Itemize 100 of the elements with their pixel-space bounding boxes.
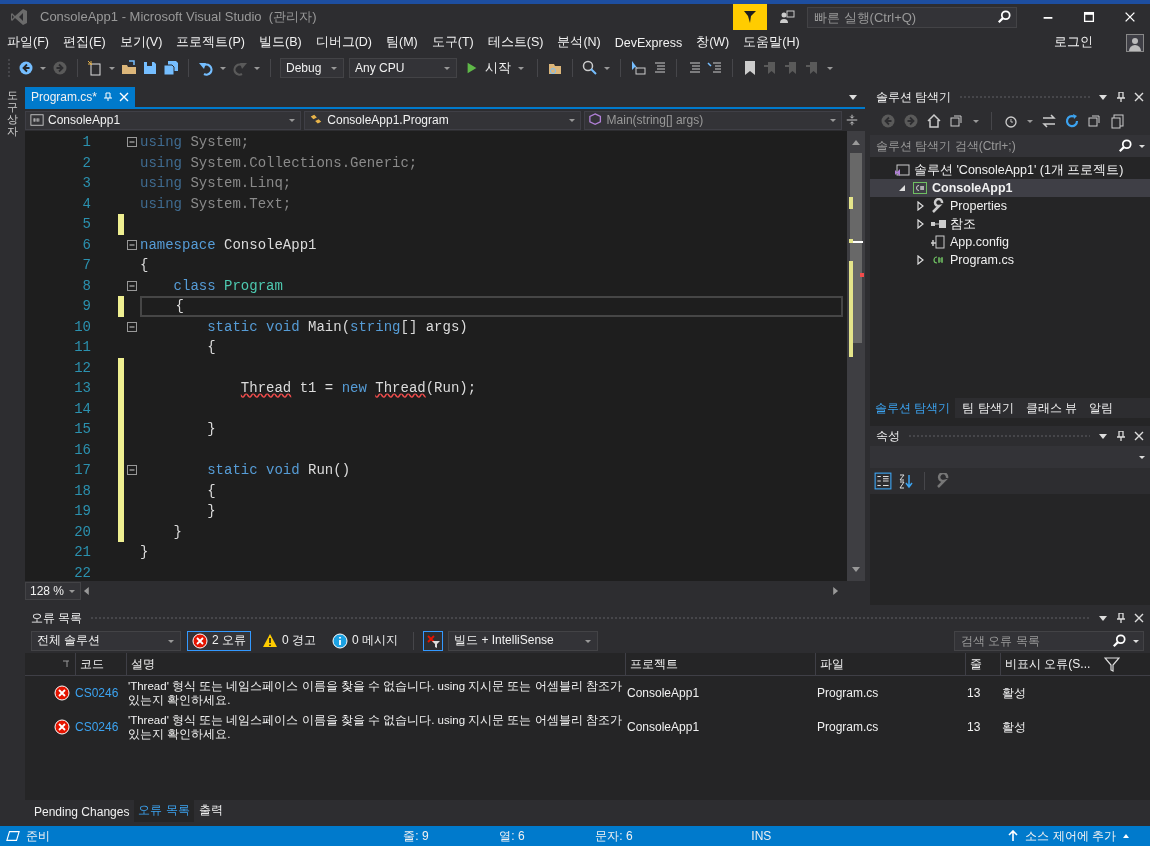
caret-icon[interactable] [603,64,611,73]
collapsed-arrow-icon[interactable] [915,219,925,229]
column-header[interactable]: 줄 [965,653,1000,675]
tree-item[interactable]: Properties [870,197,1150,215]
new-project-icon[interactable] [87,60,103,77]
navigation-dropdown[interactable]: Main(string[] args) [583,110,842,130]
caret-icon[interactable] [1138,142,1146,150]
filter-icon[interactable] [1104,656,1120,672]
caret-icon[interactable] [1098,92,1108,102]
filter-toggle[interactable]: 0 메시지 [327,630,404,651]
home-icon[interactable] [926,113,942,129]
column-header[interactable]: 파일 [815,653,965,675]
back-icon[interactable] [18,60,34,77]
search-field[interactable]: 솔루션 탐색기 검색(Ctrl+;) [870,135,1150,157]
platform-dropdown[interactable]: Any CPU [349,58,457,79]
tree-item[interactable]: 솔루션 'ConsoleApp1' (1개 프로젝트) [870,161,1150,179]
menu-item[interactable]: DevExpress [609,35,689,50]
caret-icon[interactable] [219,64,227,73]
menu-item[interactable]: 디버그(D) [310,34,378,52]
start-button[interactable]: 시작 [462,59,528,77]
sort-icon[interactable] [62,660,70,668]
column-header[interactable]: 코드 [75,653,126,675]
close-icon[interactable] [1134,613,1144,623]
feedback-icon[interactable] [779,9,795,25]
scope-dropdown[interactable]: 전체 솔루션 [31,630,181,651]
caret-icon[interactable] [826,64,834,73]
close-icon[interactable] [1134,92,1144,102]
menu-item[interactable]: 도움말(H) [738,34,806,52]
panel-tab[interactable]: 솔루션 탐색기 [870,398,956,418]
caret-icon[interactable] [253,64,261,73]
search-icon[interactable] [997,10,1011,24]
sign-in-link[interactable]: 로그인 [1049,34,1099,52]
panel-tab[interactable]: 오류 목록 [134,799,194,822]
account-icon[interactable] [1126,33,1144,52]
quick-launch-field[interactable]: 빠른 실행(Ctrl+Q) [807,6,1017,28]
tree-item[interactable]: Program.cs [870,251,1150,269]
menu-item[interactable]: 보기(V) [114,34,169,52]
zoom-dropdown[interactable]: 128 % [25,582,81,600]
menu-item[interactable]: 분석(N) [552,34,607,52]
caret-icon[interactable] [972,117,980,125]
source-control-button[interactable]: 소스 제어에 추가 [1007,827,1150,845]
menu-item[interactable]: 파일(F) [2,34,55,52]
pending-changes-icon[interactable] [1003,113,1019,129]
caret-icon[interactable] [39,64,47,73]
menu-item[interactable]: 빌드(B) [254,34,308,52]
collapse-icon[interactable] [127,321,137,332]
categorized-icon[interactable] [874,472,892,490]
refresh-icon[interactable] [1064,113,1080,129]
collapsed-arrow-icon[interactable] [915,255,925,265]
find-icon[interactable] [582,60,598,77]
pin-icon[interactable] [1116,613,1126,623]
configuration-dropdown[interactable]: Debug [280,58,344,79]
caret-icon[interactable] [108,64,116,73]
sync-icon[interactable] [1041,113,1057,129]
split-icon[interactable] [845,113,859,127]
navigation-dropdown[interactable]: ConsoleApp1.Program [304,110,581,130]
column-header[interactable]: 비표시 오류(S... [1000,653,1100,675]
menu-item[interactable]: 프로젝트(P) [171,34,251,52]
undo-icon[interactable] [198,60,214,77]
select-icon[interactable] [630,60,646,77]
tree-item[interactable]: App.config [870,233,1150,251]
toolbox-tab[interactable]: 도구 상자 [7,89,18,138]
collapsed-arrow-icon[interactable] [915,201,925,211]
collapse-icon[interactable] [127,465,137,476]
collapse-icon[interactable] [127,280,137,291]
menu-item[interactable]: 도구(T) [426,34,480,52]
feedback-button[interactable] [733,4,767,30]
sort-alphabetical-icon[interactable] [898,473,914,489]
close-icon[interactable] [1134,431,1144,441]
switch-views-icon[interactable] [949,113,965,129]
error-code-link[interactable]: CS0246 [75,720,119,734]
menu-item[interactable]: 편집(E) [57,34,112,52]
tree-item[interactable]: ConsoleApp1 [870,179,1150,197]
source-dropdown[interactable]: 빌드 + IntelliSense [448,630,599,651]
pin-icon[interactable] [1116,92,1126,102]
filter-toggle[interactable]: 2 오류 [187,630,251,651]
save-all-icon[interactable] [163,60,179,77]
tab-list-icon[interactable] [849,93,857,101]
error-code-link[interactable]: CS0246 [75,686,119,700]
search-icon[interactable] [1118,139,1132,153]
bookmark-icon[interactable] [742,60,758,77]
menu-item[interactable]: 창(W) [691,34,736,52]
maximize-icon[interactable] [1082,10,1096,24]
search-icon[interactable] [1112,633,1126,648]
clear-filter-icon[interactable] [424,631,443,650]
panel-tab[interactable]: 출력 [194,799,227,822]
open-folder-icon[interactable] [121,60,137,77]
panel-tab[interactable]: Pending Changes [30,802,134,822]
menu-item[interactable]: 테스트(S) [482,34,550,52]
menu-item[interactable]: 팀(M) [381,34,424,52]
collapse-icon[interactable] [127,239,137,250]
caret-icon[interactable] [1098,613,1108,623]
navigation-dropdown[interactable]: ConsoleApp1 [25,110,302,130]
save-icon[interactable] [142,60,158,77]
tree-item[interactable]: 참조 [870,215,1150,233]
expanded-arrow-icon[interactable] [897,183,907,193]
collapse-icon[interactable] [127,137,137,148]
column-header[interactable]: 프로젝트 [625,653,815,675]
filter-toggle[interactable]: 0 경고 [257,630,322,651]
search-field[interactable]: 검색 오류 목록 [954,630,1144,651]
